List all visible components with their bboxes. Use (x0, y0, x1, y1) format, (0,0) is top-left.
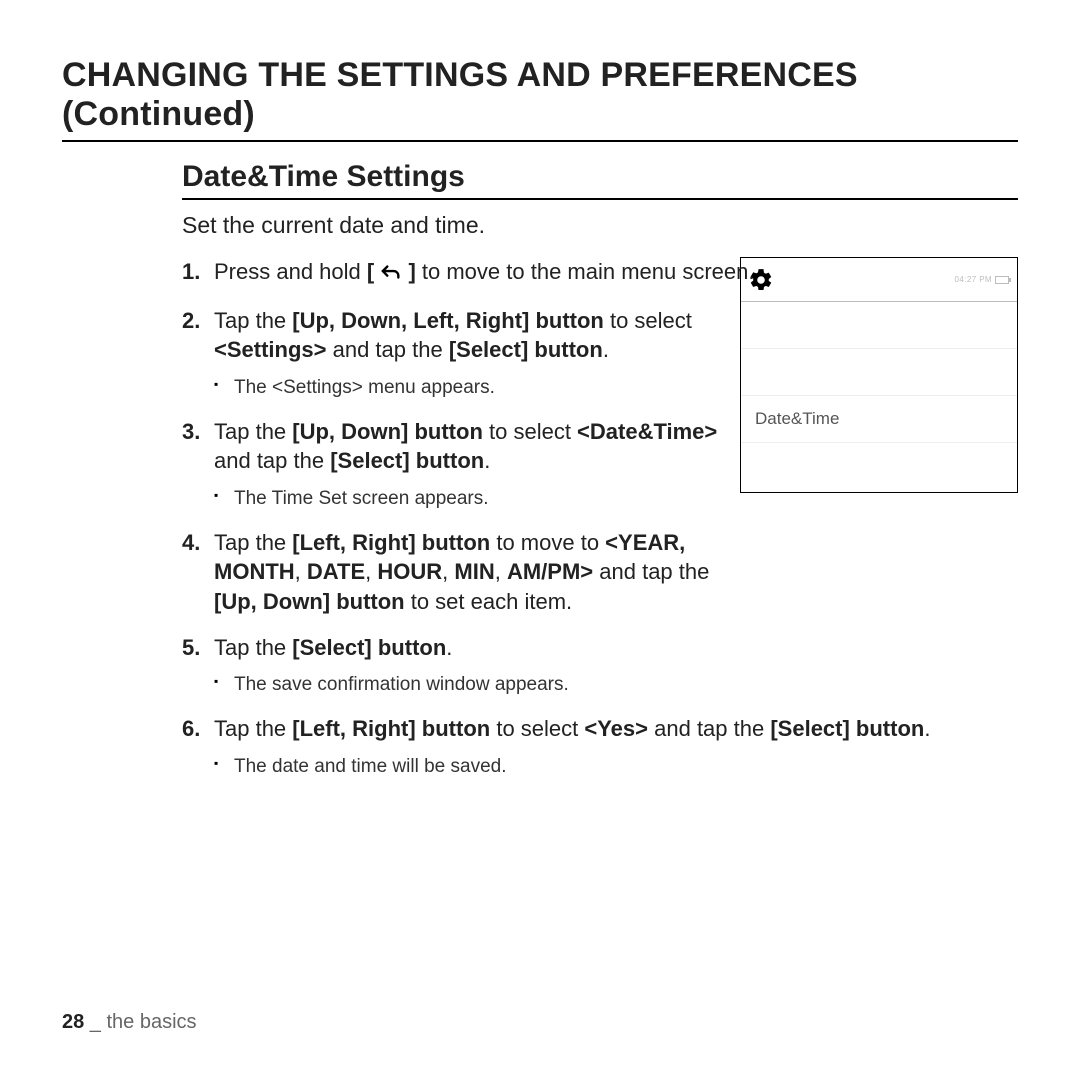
step-sub: The <Settings> menu appears. (214, 375, 1018, 401)
step-text: , (495, 559, 507, 584)
step-text: . (446, 635, 452, 660)
step-bold: MIN (454, 559, 494, 584)
footer-section: the basics (107, 1011, 197, 1033)
step-text: and tap the (326, 337, 448, 362)
step-sub-item: The save conﬁrmation window appears. (214, 672, 1018, 698)
step-text: and tap the (648, 716, 770, 741)
step-text: . (603, 337, 609, 362)
step-sub-item: The <Settings> menu appears. (214, 375, 1018, 401)
step-text: to move to the main menu screen. (416, 259, 755, 284)
step-5: Tap the [Select] button. The save conﬁrm… (182, 633, 1018, 698)
page-heading: CHANGING THE SETTINGS AND PREFERENCES (C… (62, 56, 1018, 142)
step-3: Tap the [Up, Down] button to select <Dat… (182, 417, 1018, 512)
key-bracket: [ (367, 259, 380, 284)
section-intro: Set the current date and time. (182, 212, 1018, 239)
step-text: to select (490, 716, 584, 741)
step-text: Tap the (214, 530, 292, 555)
step-bold: [Up, Down] button (214, 589, 405, 614)
step-text: and tap the (214, 448, 330, 473)
step-text: Tap the (214, 716, 292, 741)
step-text: Tap the (214, 635, 292, 660)
step-bold: [Select] button (330, 448, 484, 473)
page-number: 28 (62, 1011, 84, 1033)
step-text: . (484, 448, 490, 473)
step-bold: [Select] button (449, 337, 603, 362)
step-text: and tap the (593, 559, 709, 584)
back-arrow-icon (380, 260, 402, 290)
step-bold: [Select] button (292, 635, 446, 660)
step-bold: [Select] button (770, 716, 924, 741)
step-text: , (365, 559, 377, 584)
step-sub: The save conﬁrmation window appears. (214, 672, 1018, 698)
step-text: to select (483, 419, 577, 444)
step-text: Tap the (214, 308, 292, 333)
key-bracket: ] (402, 259, 415, 284)
step-sub-item: The Time Set screen appears. (214, 486, 1018, 512)
page-footer: 28 _ the basics (62, 1011, 197, 1034)
step-bold: <Date&Time> (577, 419, 717, 444)
step-text: to select (604, 308, 692, 333)
step-4: Tap the [Left, Right] button to move to … (182, 528, 1018, 617)
step-text: Press and hold (214, 259, 367, 284)
step-bold: [Left, Right] button (292, 716, 490, 741)
step-text: , (295, 559, 307, 584)
step-bold: <Yes> (584, 716, 648, 741)
step-sub-item: The date and time will be saved. (214, 754, 1018, 780)
step-6: Tap the [Left, Right] button to select <… (182, 714, 1018, 779)
steps-list: Press and hold [ ] to move to the main m… (182, 257, 1018, 779)
footer-separator: _ (84, 1011, 106, 1033)
step-bold: [Up, Down] button (292, 419, 483, 444)
step-text: to set each item. (405, 589, 573, 614)
step-bold: DATE (307, 559, 365, 584)
step-bold: [Left, Right] button (292, 530, 490, 555)
step-1: Press and hold [ ] to move to the main m… (182, 257, 1018, 290)
step-text: . (924, 716, 930, 741)
step-bold: HOUR (377, 559, 442, 584)
step-bold: <Settings> (214, 337, 326, 362)
step-sub: The date and time will be saved. (214, 754, 1018, 780)
step-text: Tap the (214, 419, 292, 444)
step-text: , (442, 559, 454, 584)
step-bold: [Up, Down, Left, Right] button (292, 308, 604, 333)
step-bold: AM/PM> (507, 559, 593, 584)
section-heading: Date&Time Settings (182, 160, 1018, 200)
step-text: to move to (490, 530, 605, 555)
step-2: Tap the [Up, Down, Left, Right] button t… (182, 306, 1018, 401)
step-sub: The Time Set screen appears. (214, 486, 1018, 512)
